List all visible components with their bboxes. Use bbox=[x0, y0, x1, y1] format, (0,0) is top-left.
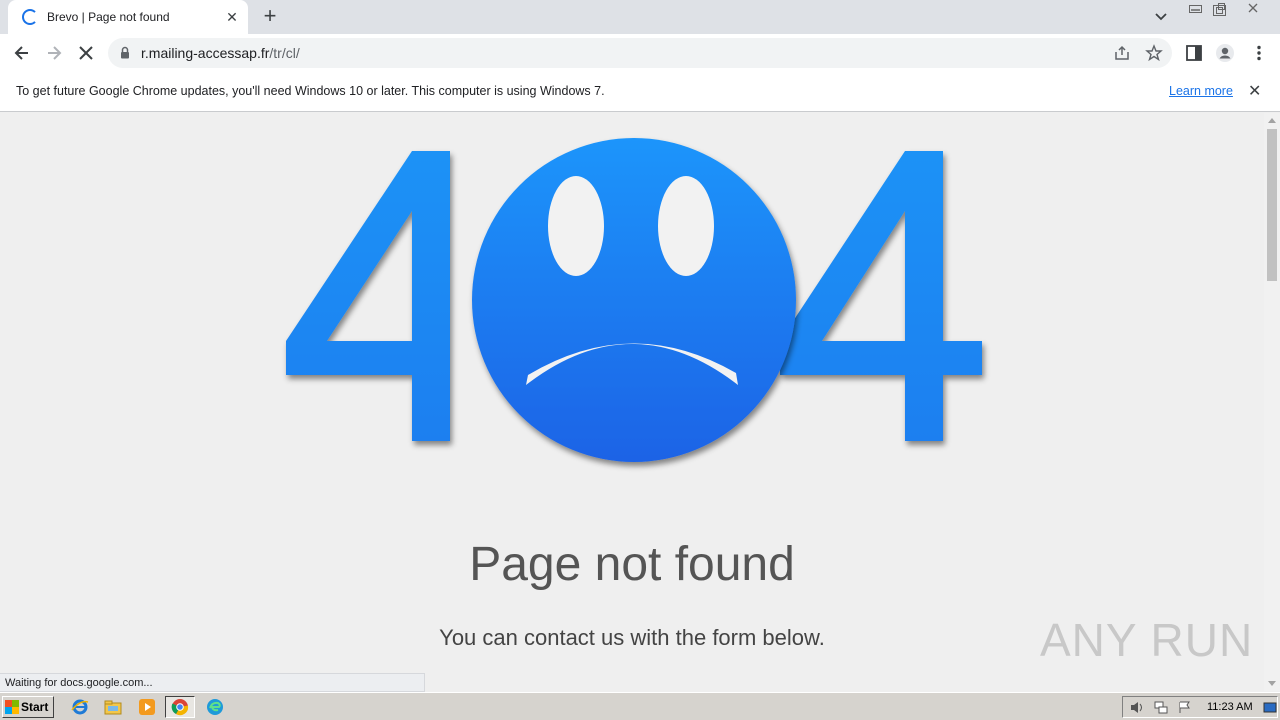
back-arrow-icon bbox=[14, 46, 28, 60]
network-icon[interactable] bbox=[1154, 701, 1168, 714]
lock-icon[interactable] bbox=[120, 46, 130, 59]
tab-search-icon[interactable] bbox=[1150, 8, 1172, 26]
menu-kebab-icon[interactable] bbox=[1249, 43, 1269, 63]
tab-title: Brevo | Page not found bbox=[47, 10, 170, 24]
anyrun-watermark: ANY RUN bbox=[1040, 613, 1253, 667]
tab-strip: Brevo | Page not found ✕ + bbox=[0, 0, 1280, 34]
system-tray: 11:23 AM bbox=[1122, 696, 1278, 718]
windows-logo-icon bbox=[5, 700, 19, 714]
volume-icon[interactable] bbox=[1130, 701, 1144, 714]
address-bar[interactable]: r.mailing-accessap.fr/tr/cl/ bbox=[108, 38, 1172, 68]
scroll-down-arrow-icon[interactable] bbox=[1268, 681, 1276, 686]
bookmark-star-icon[interactable] bbox=[1145, 44, 1163, 62]
digit-four-right bbox=[780, 151, 982, 441]
media-player-icon[interactable] bbox=[136, 697, 158, 717]
ie-icon[interactable] bbox=[69, 697, 91, 717]
right-eye bbox=[658, 176, 714, 276]
start-label: Start bbox=[21, 700, 49, 714]
learn-more-link[interactable]: Learn more bbox=[1169, 84, 1233, 98]
start-button[interactable]: Start bbox=[2, 696, 54, 718]
action-center-flag-icon[interactable] bbox=[1178, 701, 1192, 714]
scroll-thumb[interactable] bbox=[1267, 129, 1277, 281]
browser-toolbar: r.mailing-accessap.fr/tr/cl/ bbox=[0, 34, 1280, 72]
status-bubble: Waiting for docs.google.com... bbox=[0, 673, 425, 692]
edge-icon[interactable] bbox=[204, 697, 226, 717]
back-button[interactable] bbox=[8, 39, 36, 67]
stop-button[interactable] bbox=[72, 39, 100, 67]
vertical-scrollbar[interactable] bbox=[1264, 113, 1280, 691]
chrome-icon[interactable] bbox=[165, 696, 195, 718]
taskbar-clock[interactable]: 11:23 AM bbox=[1207, 701, 1253, 713]
infobar-message: To get future Google Chrome updates, you… bbox=[16, 84, 605, 98]
close-window-icon[interactable] bbox=[1238, 0, 1268, 18]
watermark-text: ANY RUN bbox=[1040, 614, 1254, 666]
page-title: Page not found bbox=[469, 538, 795, 591]
show-desktop-icon[interactable] bbox=[1263, 701, 1277, 714]
url-path: /tr/cl/ bbox=[269, 45, 300, 61]
url-domain: r.mailing-accessap.fr bbox=[141, 45, 270, 61]
update-infobar: To get future Google Chrome updates, you… bbox=[0, 72, 1280, 112]
infobar-close-button[interactable]: ✕ bbox=[1248, 84, 1261, 100]
explorer-icon[interactable] bbox=[102, 697, 124, 717]
tab-close-button[interactable]: ✕ bbox=[224, 9, 240, 25]
profile-avatar-icon[interactable] bbox=[1215, 43, 1235, 63]
tab-active[interactable]: Brevo | Page not found ✕ bbox=[8, 0, 248, 34]
forward-arrow-icon bbox=[48, 46, 62, 60]
sad-404-illustration bbox=[286, 138, 982, 462]
left-eye bbox=[548, 176, 604, 276]
page-content: Page not found You can contact us with t… bbox=[0, 113, 1264, 691]
stop-x-icon bbox=[79, 46, 93, 60]
restore-icon[interactable] bbox=[1208, 0, 1232, 18]
new-tab-button[interactable]: + bbox=[258, 5, 282, 28]
scroll-up-arrow-icon[interactable] bbox=[1268, 118, 1276, 123]
url-text[interactable]: r.mailing-accessap.fr/tr/cl/ bbox=[141, 45, 300, 61]
digit-four-left bbox=[286, 151, 450, 441]
windows-taskbar: Start 11:23 AM bbox=[0, 692, 1280, 720]
minimize-icon[interactable] bbox=[1184, 0, 1208, 18]
side-panel-icon[interactable] bbox=[1184, 43, 1204, 63]
sad-face-icon bbox=[472, 138, 796, 462]
share-icon[interactable] bbox=[1113, 44, 1131, 62]
forward-button[interactable] bbox=[40, 39, 68, 67]
loading-spinner-icon bbox=[22, 9, 38, 25]
